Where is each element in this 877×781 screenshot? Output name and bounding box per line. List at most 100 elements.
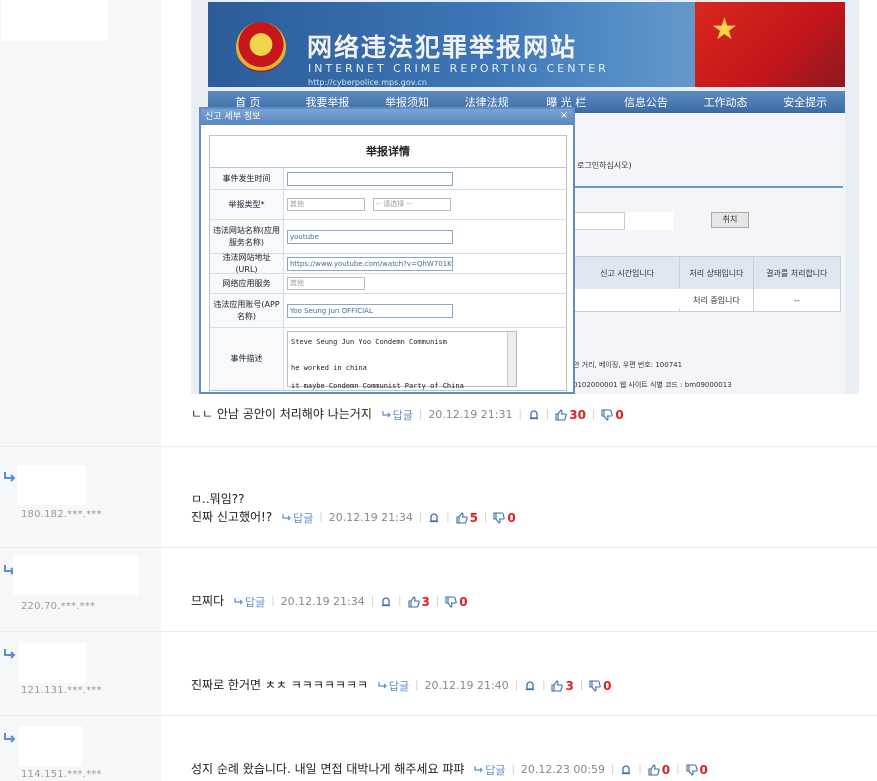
thumbs-up-icon bbox=[648, 763, 660, 776]
separator: | bbox=[435, 596, 440, 607]
type-sub-select: -- 请选择 -- bbox=[373, 198, 451, 211]
desc-line: it maybe Condemn Communist Party of Chin… bbox=[291, 382, 464, 390]
dislike-count: 0 bbox=[615, 407, 624, 422]
form-row-account: 违法应用账号(APP名称) Yoo Seung Jun OFFICIAL bbox=[210, 294, 566, 328]
separator: | bbox=[579, 680, 584, 691]
like-count: 30 bbox=[569, 407, 586, 422]
reply-arrow-icon bbox=[382, 410, 391, 417]
like-button[interactable]: 3 bbox=[407, 595, 430, 609]
thumbs-up-icon bbox=[407, 595, 420, 608]
separator: | bbox=[542, 680, 546, 691]
comment-date: 20.12.19 21:40 bbox=[424, 679, 509, 692]
comment-author-column bbox=[0, 0, 161, 446]
status-table-header: 신고 시간입니다 처리 상태입니다 결과를 처리합니다 bbox=[575, 257, 840, 289]
reply-button[interactable]: 답글 bbox=[382, 407, 413, 423]
separator: | bbox=[611, 764, 615, 775]
thumbs-down-icon bbox=[493, 511, 506, 524]
comment-text: 진짜 신고했어!? 답글 | 20.12.19 21:34 | | 5 | 0 bbox=[191, 508, 516, 526]
dialog-title-text: 신고 세부 정보 bbox=[205, 112, 261, 122]
thumbs-down-icon bbox=[445, 595, 457, 608]
comment-date: 20.12.19 21:31 bbox=[428, 408, 513, 421]
reply-button[interactable]: 답글 bbox=[474, 762, 505, 778]
redacted-author-block bbox=[1, 0, 108, 41]
site-url: http://cyberpolice.mps.gov.cn bbox=[308, 78, 427, 87]
separator: | bbox=[511, 764, 515, 775]
comment-date: 20.12.19 21:34 bbox=[280, 595, 365, 608]
thumbs-down-icon bbox=[685, 763, 698, 776]
dislike-button[interactable]: 0 bbox=[493, 511, 516, 525]
dialog-title: 신고 세부 정보 × bbox=[201, 109, 573, 125]
cancel-button: 취치 bbox=[711, 212, 749, 228]
comment-row-1: 180.182.***.*** ㅁ..뭐임?? 진짜 신고했어!? 답글 | 2… bbox=[0, 447, 877, 548]
site-title: 网络违法犯罪举报网站 bbox=[307, 33, 578, 62]
comment-text: ㄴㄴ 안남 공안이 처리해야 나는거지 답글 | 20.12.19 21:31 … bbox=[191, 405, 624, 423]
reply-button[interactable]: 답글 bbox=[378, 678, 409, 694]
comment-body: 성지 순례 왔습니다. 내일 면접 대박나게 해주세요 퍄퍄 bbox=[191, 762, 465, 776]
thumbs-down-icon bbox=[589, 679, 601, 692]
separator: | bbox=[514, 680, 519, 691]
report-bell-icon[interactable] bbox=[428, 512, 440, 524]
reply-indent-icon bbox=[4, 733, 16, 743]
dislike-button[interactable]: 0 bbox=[445, 594, 468, 609]
report-detail-dialog: 신고 세부 정보 × 举报详情 事件发生时间 举报类型* 其他 -- 请选择 -… bbox=[199, 107, 575, 394]
reply-label: 답글 bbox=[485, 763, 506, 777]
comment-date: 20.12.23 00:59 bbox=[520, 763, 606, 776]
col-result: 결과를 처리합니다 bbox=[766, 268, 828, 278]
comment-body: ㄴㄴ 안남 공안이 처리해야 나는거지 bbox=[191, 407, 372, 421]
account-input: Yoo Seung Jun OFFICIAL bbox=[287, 303, 453, 318]
form-row-site-name: 违法网站名称(应用服务名称) youtube bbox=[210, 220, 566, 254]
site-subtitle: INTERNET CRIME REPORTING CENTER bbox=[308, 62, 609, 75]
redacted-author-block bbox=[13, 555, 138, 595]
separator: | bbox=[446, 512, 450, 523]
reply-button[interactable]: 답글 bbox=[234, 594, 265, 610]
comment-body: 진짜로 한거면 ㅊㅊ ㅋㅋㅋㅋㅋㅋㅋ bbox=[191, 678, 369, 692]
redacted-field bbox=[625, 212, 673, 230]
form-row-desc: 事件描述 Steve Seung Jun Yoo Condemn Communi… bbox=[210, 328, 566, 390]
like-button[interactable]: 30 bbox=[555, 408, 586, 422]
flag-image: ★ bbox=[695, 2, 845, 87]
thumbs-down-icon bbox=[601, 408, 614, 421]
dislike-count: 0 bbox=[459, 594, 468, 609]
comment-row-2: 220.70.***.*** 므찌다 답글 | 20.12.19 21:34 |… bbox=[0, 548, 877, 632]
comment-text: 진짜로 한거면 ㅊㅊ ㅋㅋㅋㅋㅋㅋㅋ 답글 | 20.12.19 21:40 |… bbox=[191, 676, 612, 694]
redacted-author-block bbox=[19, 643, 86, 683]
redacted-author-block bbox=[19, 726, 82, 766]
form-row-type: 举报类型* 其他 -- 请选择 -- bbox=[210, 190, 566, 220]
redacted-time bbox=[587, 289, 693, 309]
like-button[interactable]: 0 bbox=[648, 763, 670, 777]
textarea-scrollbar bbox=[507, 332, 516, 386]
close-icon: × bbox=[559, 110, 569, 121]
reply-button[interactable]: 답글 bbox=[282, 510, 313, 526]
form-row-url: 违法网站地址(URL) https://www.youtube.com/watc… bbox=[210, 253, 566, 274]
report-bell-icon[interactable] bbox=[620, 764, 632, 776]
account-label: 违法应用账号(APP名称) bbox=[210, 294, 284, 327]
thumbs-up-icon bbox=[456, 511, 468, 524]
author-ip: 220.70.***.*** bbox=[21, 601, 96, 612]
like-button[interactable]: 3 bbox=[551, 679, 574, 693]
dislike-button[interactable]: 0 bbox=[685, 763, 708, 777]
col-report-time: 신고 시간입니다 bbox=[575, 257, 681, 289]
report-bell-icon[interactable] bbox=[528, 409, 540, 421]
comment-body: 므찌다 bbox=[191, 594, 225, 608]
separator: | bbox=[398, 596, 402, 607]
comment-meta: 답글 | 20.12.23 00:59 | | 0 | 0 bbox=[474, 762, 708, 778]
dislike-button[interactable]: 0 bbox=[601, 407, 624, 422]
dislike-button[interactable]: 0 bbox=[589, 679, 612, 693]
site-name-input: youtube bbox=[287, 229, 453, 244]
separator: | bbox=[418, 512, 423, 523]
separator: | bbox=[418, 409, 423, 420]
separator: | bbox=[271, 596, 275, 607]
author-ip: 180.182.***.*** bbox=[21, 509, 102, 520]
reply-arrow-icon bbox=[282, 513, 291, 520]
report-bell-icon[interactable] bbox=[380, 596, 392, 608]
star-icon: ★ bbox=[711, 12, 738, 47]
separator: | bbox=[319, 512, 323, 523]
separator: | bbox=[370, 596, 375, 607]
redacted-author-block bbox=[17, 465, 86, 505]
report-bell-icon[interactable] bbox=[524, 680, 536, 692]
thumbs-up-icon bbox=[555, 408, 567, 421]
like-button[interactable]: 5 bbox=[456, 511, 478, 525]
desc-textarea: Steve Seung Jun Yoo Condemn Communism he… bbox=[287, 331, 517, 390]
report-screenshot-image[interactable]: 网络违法犯罪举报网站 INTERNET CRIME REPORTING CENT… bbox=[191, 0, 859, 394]
thumbs-up-icon bbox=[551, 679, 564, 692]
